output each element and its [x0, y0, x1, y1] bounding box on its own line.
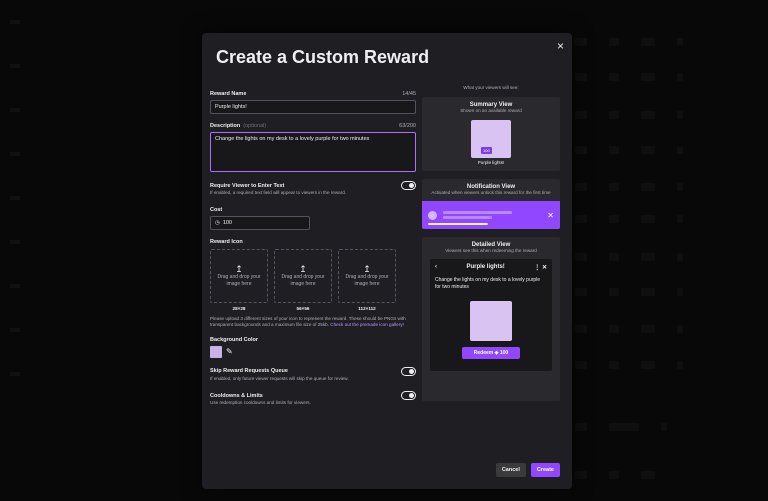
- cancel-button[interactable]: Cancel: [495, 463, 526, 477]
- detailed-view-panel: Detailed View Viewers see this when rede…: [422, 237, 560, 401]
- upload-hint: Drag and drop your image here: [345, 273, 389, 287]
- description-label-row: Description (optional) 63/200: [210, 123, 416, 129]
- reward-name-label: Reward Name: [210, 91, 247, 97]
- background-color-label: Background Color: [210, 336, 258, 343]
- redeem-button: Redeem ◈ 100: [462, 347, 520, 359]
- upload-icon: ↥: [299, 263, 307, 274]
- require-text-help: If enabled, a required text field will a…: [210, 190, 347, 195]
- icon-help: Please upload 3 different sizes of your …: [210, 316, 416, 329]
- redeem-label: Redeem: [473, 350, 494, 356]
- back-icon: ‹: [435, 264, 437, 270]
- detailed-card: ‹ Purple lights! ⋮ ✕ Change the lights o…: [430, 259, 552, 371]
- icon-upload-112[interactable]: ↥ Drag and drop your image here: [338, 248, 396, 303]
- background-color-row: ✎: [210, 345, 416, 358]
- cooldowns-toggle[interactable]: [401, 391, 416, 400]
- modal-title: Create a Custom Reward: [216, 47, 430, 67]
- description-count: 63/200: [399, 123, 416, 129]
- eyedropper-icon[interactable]: ✎: [226, 347, 233, 356]
- icon-upload-56[interactable]: ↥ Drag and drop your image here: [274, 248, 332, 303]
- skip-queue-label: Skip Reward Requests Queue: [210, 368, 288, 374]
- skip-queue-help: If enabled, only future viewer requests …: [210, 375, 349, 381]
- reward-form: Reward Name 14/45 Purple lights! Descrip…: [210, 91, 416, 407]
- description-textarea[interactable]: Change the lights on my desk to a lovely…: [210, 132, 416, 172]
- icon-gallery-link[interactable]: Check out the premade icon gallery!: [330, 322, 404, 327]
- notification-bar: ✕: [422, 201, 560, 229]
- detailed-header: ‹ Purple lights! ⋮ ✕: [435, 264, 547, 271]
- channel-points-icon: ◷: [215, 219, 220, 226]
- create-button[interactable]: Create: [530, 463, 560, 477]
- cost-value: 100: [222, 219, 232, 226]
- notification-sub: Activated when viewers unlock this rewar…: [431, 190, 551, 195]
- cooldowns-label: Cooldowns & Limits: [210, 392, 263, 399]
- description-label: Description: [210, 123, 241, 129]
- skip-queue-toggle[interactable]: [401, 366, 416, 376]
- reward-name-count: 14/45: [402, 91, 416, 97]
- icon-upload-28[interactable]: ↥ Drag and drop your image here: [210, 248, 268, 303]
- upload-icon: ↥: [363, 263, 371, 274]
- icon-sizes: 28×28 56×56 112×112: [210, 306, 416, 311]
- create-reward-modal: × Create a Custom Reward Reward Name 14/…: [202, 33, 572, 489]
- reward-icon-label: Reward Icon: [210, 238, 243, 245]
- upload-icon: ↥: [235, 263, 243, 274]
- require-text-toggle[interactable]: [401, 181, 416, 190]
- preview-column: What your viewers will see: Summary View…: [422, 85, 560, 401]
- color-swatch[interactable]: [210, 345, 222, 358]
- icon-upload-boxes: ↥ Drag and drop your image here ↥ Drag a…: [210, 248, 416, 303]
- notification-view-panel: Notification View Activated when viewers…: [422, 179, 560, 229]
- detailed-reward-name: Purple lights!: [466, 264, 505, 270]
- modal-footer: Cancel Create: [495, 463, 560, 477]
- more-icon: ⋮ ✕: [534, 265, 547, 271]
- cost-input[interactable]: ◷ 100: [210, 215, 310, 230]
- redeem-cost: 100: [499, 350, 509, 356]
- icon-size-label: 28×28: [232, 305, 246, 311]
- icon-size-label: 56×56: [296, 305, 310, 311]
- icon-size-label: 112×112: [358, 305, 376, 311]
- close-icon[interactable]: ×: [557, 39, 564, 53]
- detailed-sub: Viewers see this when redeeming the rewa…: [445, 248, 537, 253]
- detailed-image: [470, 301, 512, 341]
- summary-cost-badge: 100: [481, 147, 492, 154]
- summary-card: 100: [471, 120, 511, 158]
- upload-hint: Drag and drop your image here: [281, 273, 325, 287]
- notification-progress: [428, 223, 488, 225]
- cooldowns-help: Use redemption cooldowns and limits for …: [210, 400, 311, 405]
- summary-reward-name: Purple lights!: [477, 160, 505, 165]
- cooldowns-row: Cooldowns & Limits: [210, 391, 416, 400]
- detailed-desc: Change the lights on my desk to a lovely…: [435, 277, 541, 290]
- reward-name-label-row: Reward Name 14/45: [210, 91, 416, 97]
- cost-label: Cost: [210, 206, 223, 213]
- upload-hint: Drag and drop your image here: [217, 273, 261, 287]
- summary-sub: Shown on an available reward: [460, 108, 522, 113]
- channel-points-icon: ◈: [494, 350, 499, 356]
- require-text-row: Require Viewer to Enter Text: [210, 181, 416, 190]
- description-optional: (optional): [243, 123, 267, 129]
- skip-queue-row: Skip Reward Requests Queue: [210, 366, 416, 376]
- require-text-label: Require Viewer to Enter Text: [210, 182, 285, 189]
- close-icon: ✕: [547, 210, 554, 220]
- notification-placeholder-lines: [443, 209, 541, 221]
- summary-view-panel: Summary View Shown on an available rewar…: [422, 97, 560, 171]
- avatar: [428, 210, 437, 220]
- preview-heading: What your viewers will see:: [463, 85, 519, 90]
- reward-name-input[interactable]: Purple lights!: [210, 100, 416, 114]
